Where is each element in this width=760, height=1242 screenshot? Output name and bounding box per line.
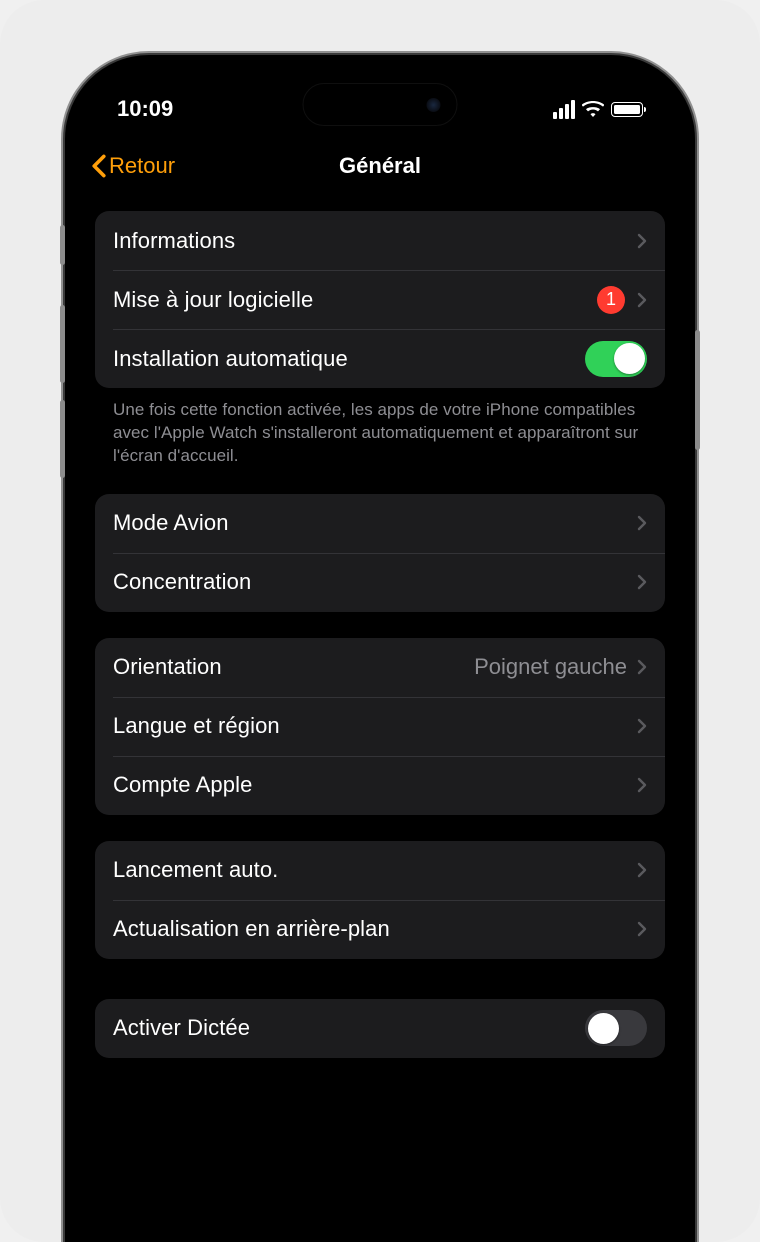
row-auto-install: Installation automatique	[95, 329, 665, 388]
nav-bar: Retour Général	[79, 139, 681, 193]
row-dictation: Activer Dictée	[95, 999, 665, 1058]
row-software-update[interactable]: Mise à jour logicielle 1	[95, 270, 665, 329]
screen: 10:09 Retour Gé	[79, 69, 681, 1242]
row-label: Langue et région	[113, 713, 637, 739]
chevron-right-icon	[637, 574, 647, 590]
side-button	[60, 225, 65, 265]
row-label: Lancement auto.	[113, 857, 637, 883]
row-label: Orientation	[113, 654, 474, 680]
phone-frame: 10:09 Retour Gé	[65, 55, 695, 1242]
row-value: Poignet gauche	[474, 654, 627, 680]
chevron-left-icon	[91, 154, 107, 178]
cellular-signal-icon	[553, 100, 575, 119]
group-footer-text: Une fois cette fonction activée, les app…	[95, 388, 665, 468]
chevron-right-icon	[637, 777, 647, 793]
page-title: Général	[339, 153, 421, 179]
chevron-right-icon	[637, 292, 647, 308]
status-time: 10:09	[117, 96, 173, 122]
row-label: Mise à jour logicielle	[113, 287, 597, 313]
power-button	[695, 330, 700, 450]
chevron-right-icon	[637, 233, 647, 249]
row-background-refresh[interactable]: Actualisation en arrière-plan	[95, 900, 665, 959]
row-label: Compte Apple	[113, 772, 637, 798]
row-label: Activer Dictée	[113, 1015, 585, 1041]
row-language-region[interactable]: Langue et région	[95, 697, 665, 756]
chevron-right-icon	[637, 862, 647, 878]
row-label: Informations	[113, 228, 637, 254]
chevron-right-icon	[637, 515, 647, 531]
row-label: Actualisation en arrière-plan	[113, 916, 637, 942]
row-informations[interactable]: Informations	[95, 211, 665, 270]
row-apple-account[interactable]: Compte Apple	[95, 756, 665, 815]
row-orientation[interactable]: Orientation Poignet gauche	[95, 638, 665, 697]
back-label: Retour	[109, 153, 175, 179]
dynamic-island	[303, 83, 458, 126]
auto-install-toggle[interactable]	[585, 341, 647, 377]
row-focus[interactable]: Concentration	[95, 553, 665, 612]
volume-down-button	[60, 400, 65, 478]
battery-icon	[611, 102, 643, 117]
chevron-right-icon	[637, 921, 647, 937]
notification-badge: 1	[597, 286, 625, 314]
row-airplane-mode[interactable]: Mode Avion	[95, 494, 665, 553]
dictation-toggle[interactable]	[585, 1010, 647, 1046]
row-auto-launch[interactable]: Lancement auto.	[95, 841, 665, 900]
wifi-icon	[582, 101, 604, 117]
chevron-right-icon	[637, 659, 647, 675]
chevron-right-icon	[637, 718, 647, 734]
row-label: Mode Avion	[113, 510, 637, 536]
volume-up-button	[60, 305, 65, 383]
row-label: Concentration	[113, 569, 637, 595]
row-label: Installation automatique	[113, 346, 585, 372]
back-button[interactable]: Retour	[91, 153, 175, 179]
